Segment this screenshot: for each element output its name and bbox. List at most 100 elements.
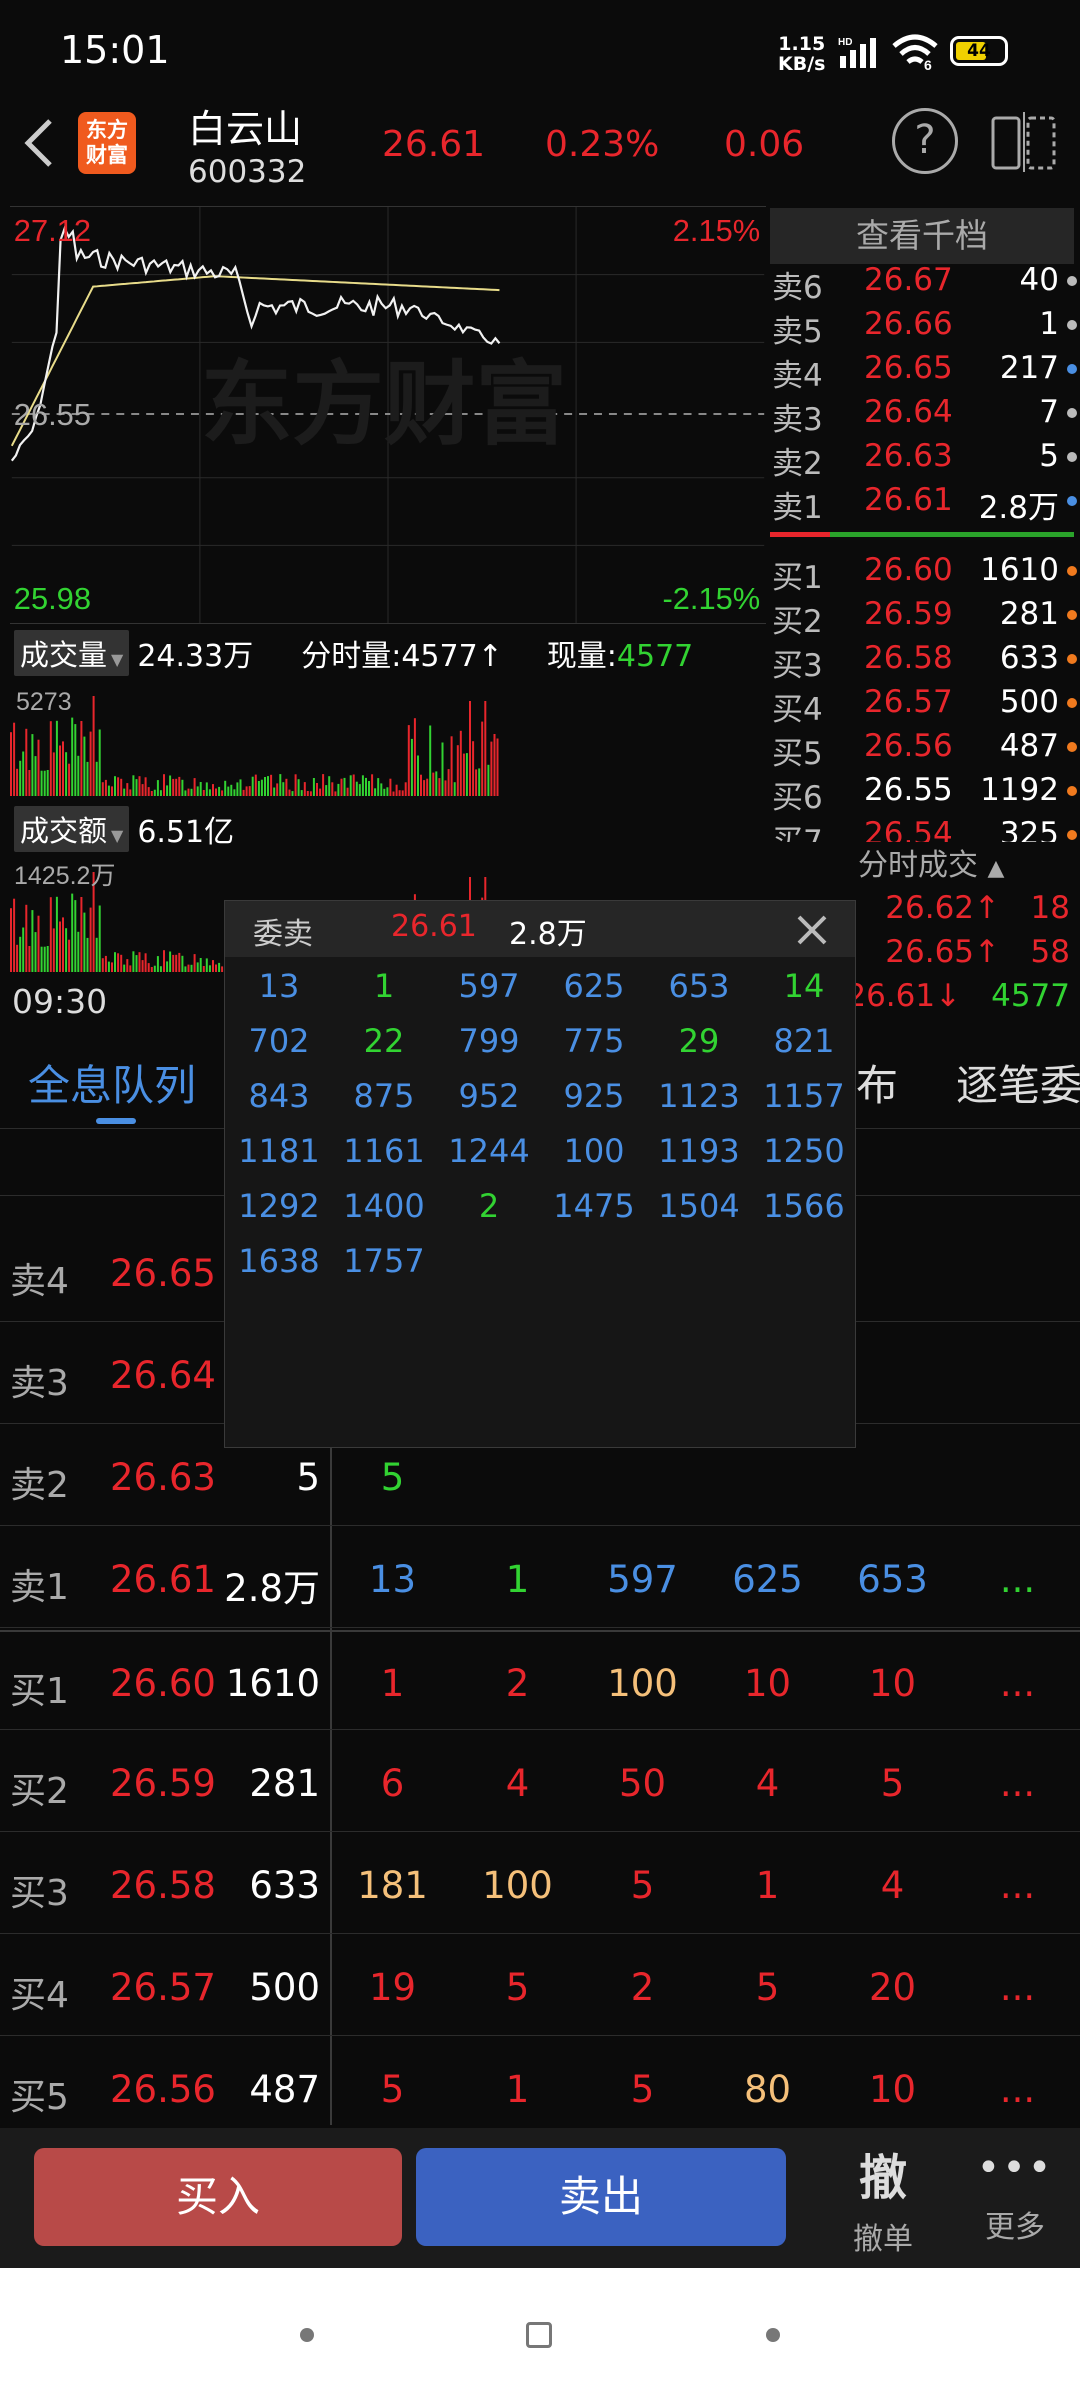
queue-order-cell: 6	[380, 1762, 405, 1805]
bid-row[interactable]: 买5 26.56 487	[772, 728, 1077, 772]
tab-order-detail[interactable]: 逐笔委	[956, 1052, 1080, 1113]
volume-bar	[114, 776, 116, 796]
queue-row[interactable]: 买4 26.57 500 19 5 2 5 20...	[0, 1936, 1080, 2036]
bid-label: 买3	[772, 648, 823, 684]
svg-text:6: 6	[924, 57, 932, 72]
volume-bar	[144, 953, 147, 972]
popup-order-cell: 100	[563, 1132, 625, 1170]
wifi-icon: 6	[892, 34, 938, 72]
volume-bar	[34, 756, 37, 796]
ask-label: 卖4	[772, 358, 823, 394]
amount-selector[interactable]: 成交额 ▼	[14, 806, 130, 852]
volume-bar	[129, 789, 132, 796]
tab-distribution[interactable]: 布	[856, 1052, 898, 1113]
popup-order-cell: 875	[353, 1077, 415, 1115]
popup-order-cell: 22	[363, 1022, 405, 1060]
queue-order-cell: ...	[999, 1864, 1036, 1907]
back-arrow-icon[interactable]	[18, 115, 62, 171]
volume-bar	[248, 786, 251, 796]
volume-bar	[380, 783, 383, 796]
amount-header: 成交额 ▼ 6.51亿	[14, 806, 234, 852]
volume-bar	[172, 778, 175, 796]
current-price: 26.61	[382, 124, 486, 165]
volume-bar	[92, 696, 95, 796]
queue-label: 买5	[10, 2077, 69, 2118]
bid-row[interactable]: 买4 26.57 500	[772, 684, 1077, 728]
bid-row[interactable]: 买3 26.58 633	[772, 640, 1077, 684]
volume-bar	[349, 775, 352, 796]
tab-queue[interactable]: 全息队列	[28, 1052, 196, 1113]
chart-low-price: 25.98	[14, 581, 91, 616]
more-button[interactable]: ••• 更多	[972, 2148, 1058, 2246]
volume-bar	[435, 771, 438, 796]
queue-row[interactable]: 卖1 26.61 2.8万 13 1 597 625 653...	[0, 1528, 1080, 1628]
volume-bar	[104, 955, 107, 972]
ask-volume: 40	[1019, 262, 1059, 298]
status-dot	[1067, 566, 1077, 576]
queue-volume: 281	[249, 1762, 320, 1805]
bid-row[interactable]: 买1 26.60 1610	[772, 552, 1077, 596]
status-dot	[1067, 610, 1077, 620]
caret-up-icon: ▲	[987, 856, 1005, 881]
queue-detail-popup[interactable]: 委卖 26.61 2.8万 13 1 597 625 653 14 702 22 799 775 2…	[224, 900, 856, 1448]
bid-row[interactable]: 买7 26.54 325	[772, 816, 1077, 842]
volume-bar	[377, 778, 380, 796]
bid-label: 买4	[772, 692, 823, 728]
queue-order-cell: 5	[880, 1762, 905, 1805]
current-volume: 现量:4577	[547, 631, 693, 675]
ask-row[interactable]: 卖5 26.66 1	[772, 306, 1077, 350]
volume-bar	[288, 789, 291, 796]
volume-bar	[358, 784, 361, 796]
help-icon[interactable]: ?	[892, 108, 958, 174]
ask-label: 卖2	[772, 446, 823, 482]
amount-total: 6.51亿	[137, 815, 235, 850]
view-depth-button[interactable]: 查看千档	[770, 208, 1074, 264]
queue-row[interactable]: 买3 26.58 633 181 100 5 1 4...	[0, 1834, 1080, 1934]
volume-chart: 5273	[10, 688, 499, 796]
volume-bar	[475, 769, 478, 796]
ask-row[interactable]: 卖1 26.61 2.8万	[772, 482, 1077, 526]
bid-row[interactable]: 买2 26.59 281	[772, 596, 1077, 640]
volume-bar	[107, 961, 110, 972]
buy-button[interactable]: 买入	[34, 2148, 402, 2246]
queue-order-cell: 5	[755, 1966, 780, 2009]
volume-bar	[215, 964, 217, 972]
popup-volume: 2.8万	[509, 917, 587, 952]
volume-bar	[291, 791, 294, 796]
nav-home-icon[interactable]	[526, 2322, 552, 2348]
queue-row[interactable]: 买5 26.56 487 5 1 5 80 10...	[0, 2038, 1080, 2138]
trades-header[interactable]: 分时成交 ▲	[858, 840, 1004, 884]
battery-level: 44	[967, 41, 991, 61]
trades-title: 分时成交	[858, 848, 978, 883]
volume-bar	[199, 782, 202, 796]
volume-bar	[386, 787, 389, 796]
sell-button[interactable]: 卖出	[416, 2148, 786, 2246]
minute-volume: 分时量:4577↑	[301, 639, 503, 674]
ask-row[interactable]: 卖2 26.63 5	[772, 438, 1077, 482]
volume-bar	[25, 728, 28, 796]
ask-row[interactable]: 卖6 26.67 40	[772, 262, 1077, 306]
nav-recents-icon[interactable]	[766, 2328, 780, 2342]
volume-selector[interactable]: 成交量 ▼	[14, 630, 130, 676]
volume-bar	[184, 966, 187, 972]
nav-back-icon[interactable]	[300, 2328, 314, 2342]
popup-order-cell: 1475	[553, 1187, 635, 1225]
queue-row[interactable]: 买1 26.60 1610 1 2 100 10 10...	[0, 1630, 1080, 1730]
switch-stock-icon[interactable]	[990, 110, 1058, 174]
ask-row[interactable]: 卖3 26.64 7	[772, 394, 1077, 438]
queue-row[interactable]: 买2 26.59 281 6 4 50 4 5...	[0, 1732, 1080, 1832]
queue-volume: 2.8万	[224, 1567, 320, 1610]
intraday-price-chart[interactable]: 东方财富 27.12 2.15% 26.55 25.98 -2.15%	[10, 206, 766, 624]
queue-order-cell: ...	[999, 1966, 1036, 2009]
chart-high-price: 27.12	[14, 213, 91, 248]
status-dot	[1067, 408, 1077, 418]
bid-row[interactable]: 买6 26.55 1192	[772, 772, 1077, 816]
ask-row[interactable]: 卖4 26.65 217	[772, 350, 1077, 394]
bid-price: 26.60	[864, 552, 953, 588]
volume-bar	[28, 770, 31, 796]
cancel-icon: 撤	[858, 2150, 907, 2206]
queue-price: 26.59	[110, 1762, 216, 1805]
close-icon[interactable]	[795, 913, 829, 947]
cancel-order-button[interactable]: 撤 撤单	[840, 2138, 926, 2258]
bid-label: 买1	[772, 560, 823, 596]
